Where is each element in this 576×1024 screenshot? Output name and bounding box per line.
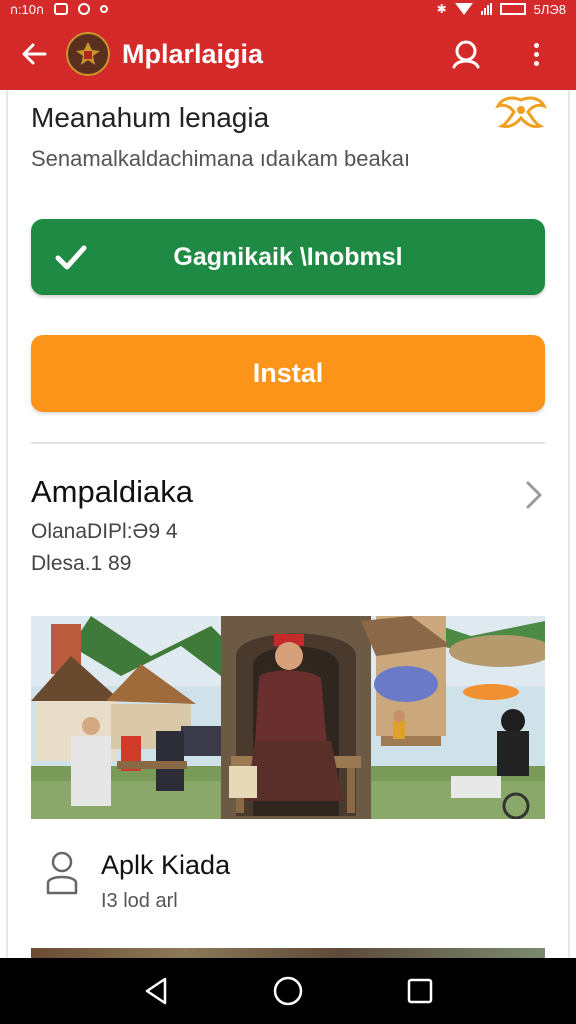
list-item-subtitle: I3 lod arl: [101, 890, 178, 912]
primary-action-label: Gagnikaik \Inobmsl: [173, 242, 403, 271]
frame-edge: [6, 90, 8, 958]
notification-icon: [53, 3, 68, 15]
primary-action-button[interactable]: Gagnikaik \Inobmsl: [31, 219, 545, 295]
check-icon: [55, 245, 87, 270]
photo-illustration: [31, 616, 545, 819]
page-heading: Meanahum lenagia: [31, 102, 270, 133]
signal-icon: [480, 3, 492, 15]
system-nav-bar: [0, 958, 576, 1024]
battery-icon: [499, 3, 526, 15]
village-photo[interactable]: [31, 616, 545, 819]
profile-button[interactable]: [446, 34, 486, 74]
install-button[interactable]: Instal: [31, 335, 545, 412]
wifi-icon: [454, 3, 473, 15]
chevron-right-icon[interactable]: [524, 480, 544, 510]
nav-recents-button[interactable]: [396, 967, 444, 1015]
square-recents-icon: [407, 978, 433, 1004]
app-title: Mplarlaigia: [122, 38, 264, 69]
triangle-back-icon: [145, 977, 167, 1005]
garuda-emblem-icon: [495, 96, 547, 128]
app-bar: Mplarlaigia: [0, 18, 576, 90]
person-icon: [46, 851, 78, 895]
app-logo: [66, 32, 110, 76]
notification-icon: [77, 3, 90, 15]
circle-home-icon: [273, 976, 303, 1006]
section-meta: Dlesa.1 89: [31, 552, 132, 575]
section-title[interactable]: Ampaldiaka: [31, 474, 193, 510]
overflow-menu-button[interactable]: [516, 34, 556, 74]
bluetooth-icon: ✱: [436, 2, 447, 16]
frame-edge: [568, 90, 570, 958]
more-vertical-icon: [533, 42, 539, 66]
account-icon: [452, 40, 480, 69]
list-item-title: Aplk Kiada: [101, 850, 231, 880]
status-bar: ก:10ก ✱ 5ЛЭ8: [0, 0, 576, 18]
install-label: Instal: [252, 358, 324, 388]
notification-icon: [99, 5, 108, 13]
section-meta: OlanaDIPl:Ə9 4: [31, 520, 178, 543]
nav-home-button[interactable]: [264, 967, 312, 1015]
main-content[interactable]: Meanahum lenagia Senamalkaldachimana ıda…: [0, 90, 576, 958]
nav-back-button[interactable]: [132, 967, 180, 1015]
status-time: ก:10ก: [10, 1, 44, 17]
back-button[interactable]: [14, 34, 54, 74]
list-item[interactable]: Aplk Kiada I3 lod arl: [31, 840, 545, 920]
page-subheading: Senamalkaldachimana ıdaıkam beakaı: [31, 146, 411, 171]
next-photo-preview[interactable]: [31, 948, 545, 958]
divider: [31, 442, 545, 444]
status-right-text: 5ЛЭ8: [533, 1, 566, 17]
arrow-left-icon: [22, 43, 47, 65]
